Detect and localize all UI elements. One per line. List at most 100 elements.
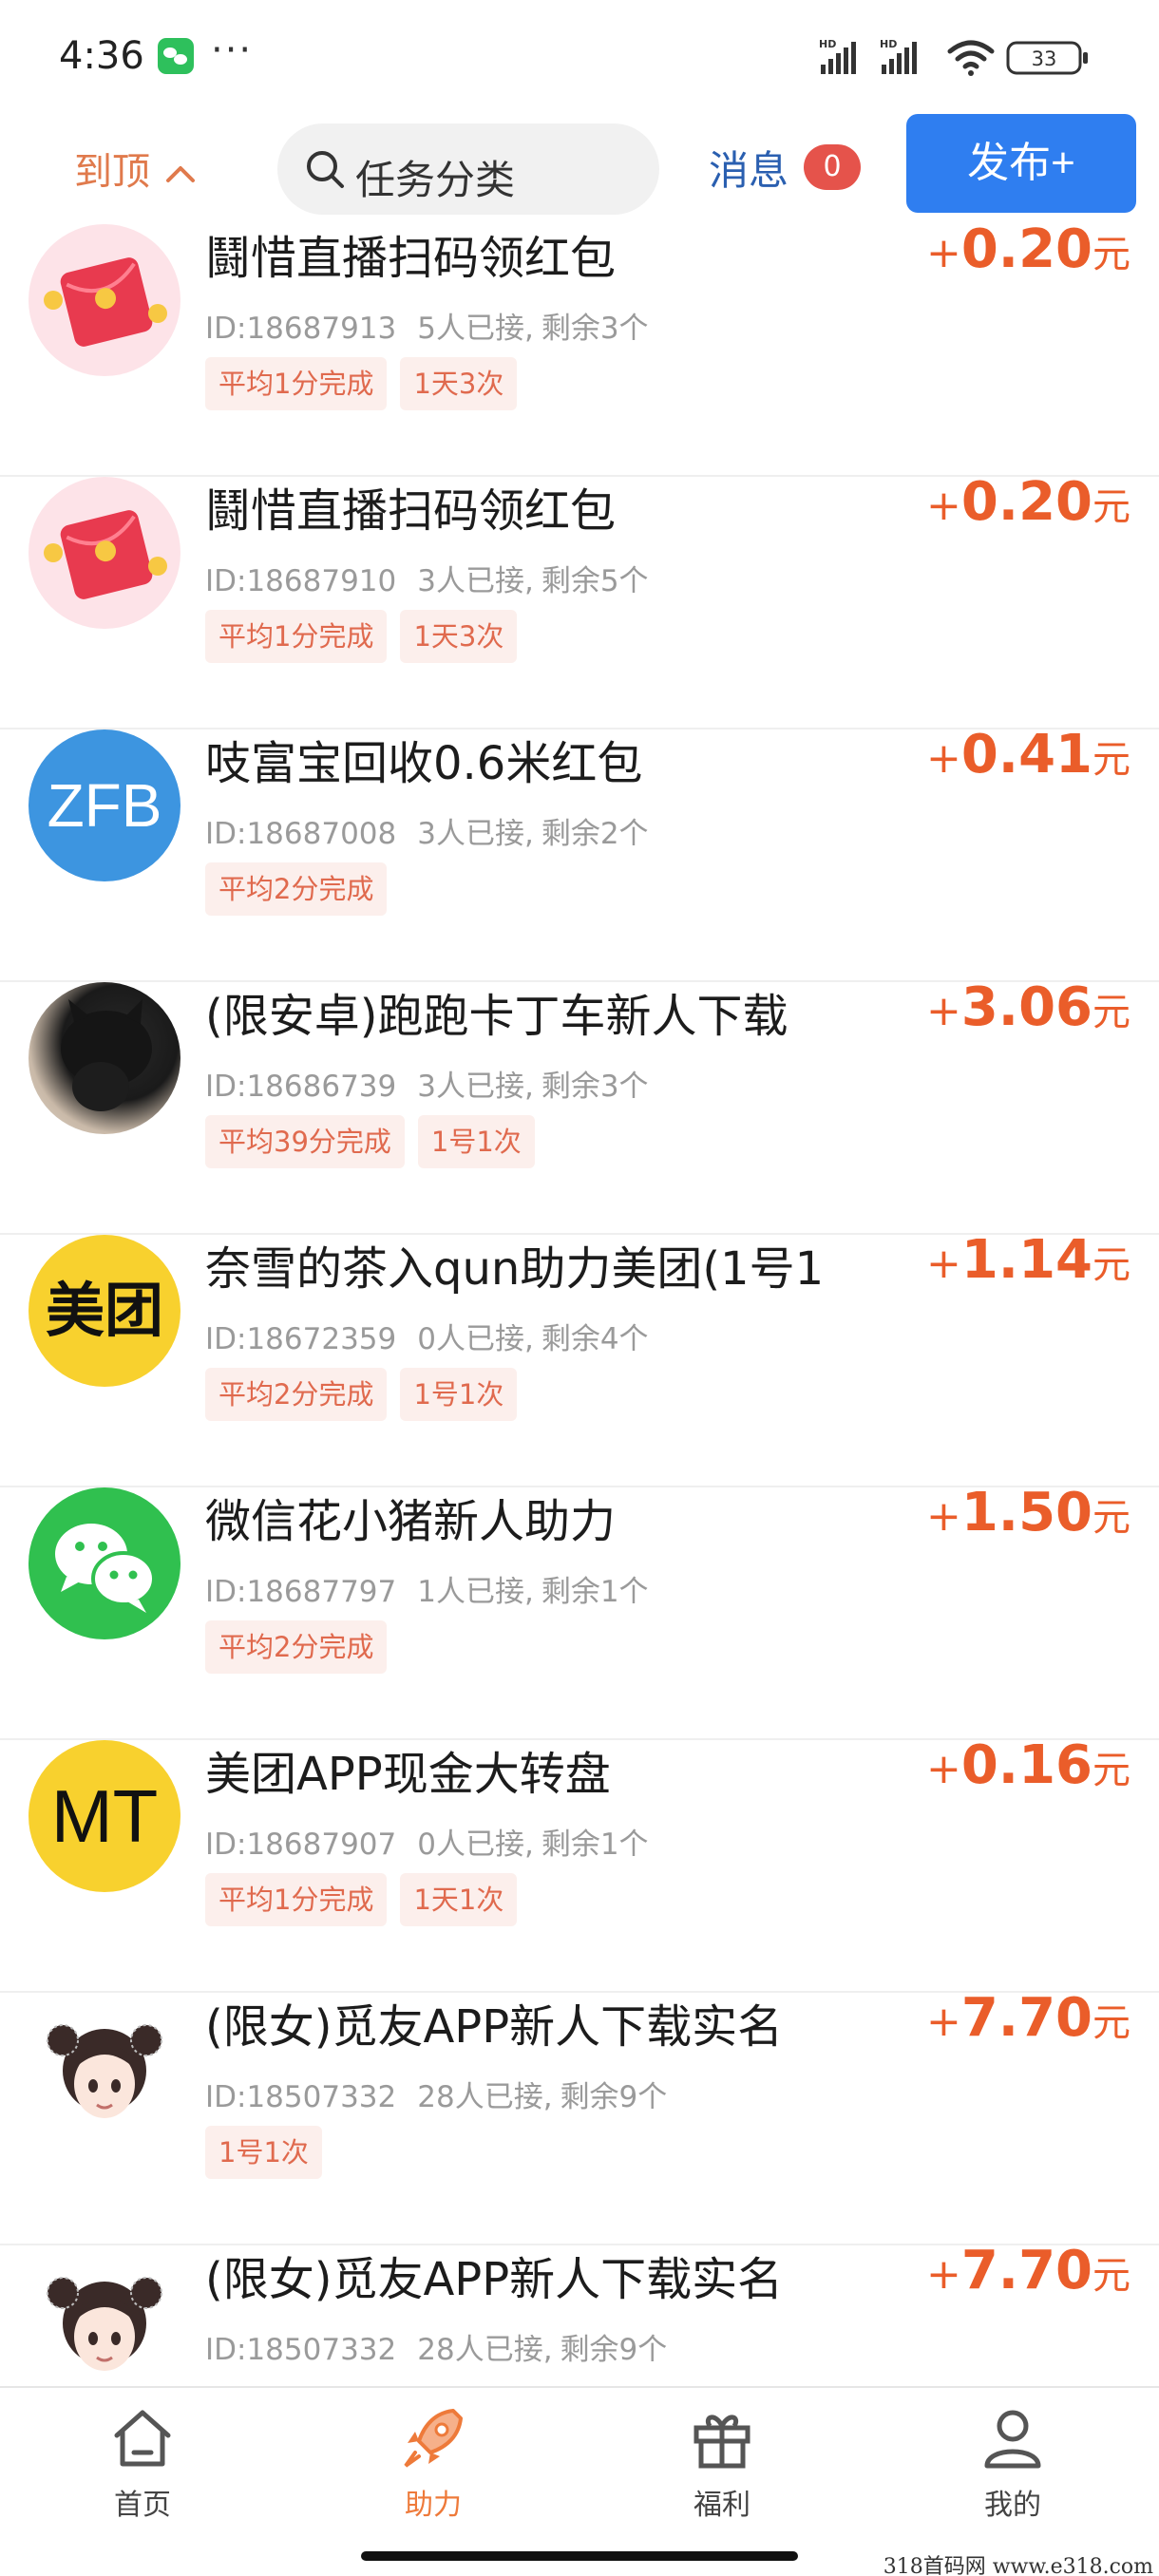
task-taken-count: 1人已接, (417, 1575, 534, 1609)
task-tag: 1天3次 (400, 610, 518, 663)
task-row[interactable]: 鬪惜直播扫码领红包 ID:18687913 5人已接, 剩余3个 平均1分完成 1天3次 +… (0, 224, 1159, 477)
task-meta: ID:18686739 3人已接, 剩余3个 (205, 1062, 649, 1105)
task-row[interactable]: MT 美团APP现金大转盘 ID:18687907 0人已接, 剩余1个 平均1分完成 1天… (0, 1734, 1159, 1993)
task-meta: ID:18507332 28人已接, 剩余9个 (205, 2073, 667, 2115)
task-tag: 平均2分完成 (205, 1620, 388, 1674)
task-remaining-count: 剩余9个 (560, 2333, 668, 2367)
task-reward: +0.16元 (926, 1734, 1130, 1796)
reward-unit: 元 (1092, 233, 1130, 276)
task-tags: 平均2分完成 (205, 1620, 400, 1674)
cat-photo (28, 982, 180, 1134)
task-remaining-count: 剩余9个 (560, 2080, 668, 2114)
task-meta: ID:18687910 3人已接, 剩余5个 (205, 557, 649, 599)
task-remaining-count: 剩余4个 (541, 1322, 649, 1356)
task-meta: ID:18687913 5人已接, 剩余3个 (205, 304, 649, 347)
reward-amount: 3.06 (960, 976, 1092, 1038)
task-reward: +3.06元 (926, 976, 1130, 1038)
task-reward: +7.70元 (926, 2240, 1130, 2301)
task-row[interactable]: 鬪惜直播扫码领红包 ID:18687910 3人已接, 剩余5个平均1分完成 1天3次 +… (0, 471, 1159, 729)
reward-plus: + (925, 1745, 961, 1793)
gift-icon (694, 2415, 750, 2469)
home-indicator[interactable] (361, 2551, 798, 2561)
task-tag: 1天1次 (400, 1873, 518, 1926)
task-title: 鬪惜直播扫码领红包 (205, 232, 617, 285)
nav-item-boost[interactable]: 助力 (338, 2403, 528, 2527)
task-row[interactable]: 微信花小猪新人助力 ID:18687797 1人已接, 剩余1个平均2分完成 +1.50… (0, 1482, 1159, 1740)
task-taken-count: 5人已接, (417, 312, 534, 346)
task-remaining-count: 剩余1个 (541, 1575, 649, 1609)
task-row[interactable]: 美团 奈雪的茶入qun助力美团(1号1 ID:18672359 0人已接, 剩余4个 平均… (0, 1229, 1159, 1487)
watermark: 318首码网 www.e318.com (883, 2555, 1153, 2576)
task-row[interactable]: (限安卓)跑跑卡丁车新人下载 ID:18686739 3人已接, 剩余3个 平均39分完… (0, 976, 1159, 1235)
task-taken-count: 0人已接, (417, 1322, 534, 1356)
task-list[interactable]: 鬪惜直播扫码领红包 ID:18687913 5人已接, 剩余3个 平均1分完成 1天3次 +… (0, 224, 1159, 2382)
more-notifications-icon: ··· (211, 28, 254, 72)
search-icon (307, 151, 344, 188)
reward-amount: 0.20 (960, 224, 1092, 280)
task-meta: ID:18687907 0人已接, 剩余1个 (205, 1820, 649, 1863)
status-icons: HD HD 33 (819, 38, 1088, 76)
svg-text:HD: HD (880, 38, 897, 50)
nav-label-welfare: 福利 (694, 2489, 750, 2522)
reward-unit: 元 (1092, 2001, 1130, 2045)
reward-amount: 7.70 (960, 1987, 1092, 2049)
nav-item-welfare[interactable]: 福利 (627, 2403, 817, 2527)
mt-logo: MT (28, 1740, 180, 1892)
scroll-to-top-button[interactable]: 到顶 (74, 141, 197, 196)
task-id: ID:18687913 (205, 312, 397, 346)
task-tag: 平均1分完成 (205, 1873, 388, 1926)
task-tags: 平均2分完成 1号1次 (205, 1368, 530, 1421)
task-tag: 平均2分完成 (205, 862, 388, 916)
task-taken-count: 0人已接, (417, 1828, 534, 1862)
task-tag: 1号1次 (417, 1115, 535, 1168)
task-title: (限安卓)跑跑卡丁车新人下载 (205, 990, 788, 1043)
signal-hd-icon: HD (819, 38, 856, 74)
nav-item-home[interactable]: 首页 (48, 2403, 238, 2527)
task-tag: 平均1分完成 (205, 610, 388, 663)
girl-avatar (28, 2245, 180, 2382)
wechat-icon (158, 38, 194, 74)
task-row[interactable]: ZFB 吱富宝回收0.6米红包 ID:18687008 3人已接, 剩余2个 平均2分完成… (0, 724, 1159, 982)
task-meta: ID:18672359 0人已接, 剩余4个 (205, 1315, 649, 1357)
nav-label-home: 首页 (114, 2489, 171, 2522)
task-meta: ID:18687008 3人已接, 剩余2个 (205, 809, 649, 852)
task-tags: 平均39分完成 1号1次 (205, 1115, 548, 1168)
nav-label-mine: 我的 (984, 2489, 1041, 2522)
reward-unit: 元 (1092, 485, 1130, 529)
reward-unit: 元 (1092, 991, 1130, 1034)
task-id: ID:18687008 (205, 817, 397, 851)
rocket-icon (404, 2409, 463, 2468)
task-tag: 1号1次 (205, 2126, 322, 2179)
task-tags: 平均1分完成 1天3次 (205, 357, 530, 410)
task-title: 鬪惜直播扫码领红包 (205, 484, 617, 538)
task-row[interactable]: (限女)觅友APP新人下载实名 ID:18507332 28人已接, 剩余9个 +7.7… (0, 2240, 1159, 2382)
svg-text:HD: HD (819, 38, 836, 50)
task-reward: +1.50元 (926, 1482, 1130, 1544)
home-icon (114, 2410, 171, 2467)
task-title: 微信花小猪新人助力 (205, 1495, 617, 1548)
reward-amount: 0.41 (960, 724, 1092, 786)
reward-amount: 0.16 (960, 1734, 1092, 1796)
task-taken-count: 3人已接, (417, 1070, 534, 1104)
task-id: ID:18686739 (205, 1070, 397, 1104)
wechat-logo (28, 1487, 180, 1639)
reward-amount: 1.50 (960, 1482, 1092, 1544)
reward-unit: 元 (1092, 1496, 1130, 1540)
task-reward: +1.14元 (926, 1229, 1130, 1291)
task-title: 吱富宝回收0.6米红包 (205, 737, 643, 790)
reward-unit: 元 (1092, 1749, 1130, 1792)
task-id: ID:18687797 (205, 1575, 397, 1609)
task-row[interactable]: (限女)觅友APP新人下载实名 ID:18507332 28人已接, 剩余9个 1号1次… (0, 1987, 1159, 2245)
task-remaining-count: 剩余3个 (541, 312, 649, 346)
reward-plus: + (925, 482, 961, 530)
status-bar: 4:36 ··· HD HD 33 (0, 0, 1159, 114)
publish-button[interactable]: 发布+ (906, 114, 1136, 213)
reward-amount: 0.20 (960, 471, 1092, 533)
battery-icon: 33 (1006, 41, 1088, 75)
task-reward: +0.20元 (926, 471, 1130, 533)
task-category-search[interactable]: 任务分类 (277, 123, 659, 215)
nav-item-mine[interactable]: 我的 (918, 2403, 1108, 2527)
task-taken-count: 3人已接, (417, 817, 534, 851)
task-id: ID:18507332 (205, 2080, 397, 2114)
meituan-logo: 美团 (28, 1235, 180, 1387)
